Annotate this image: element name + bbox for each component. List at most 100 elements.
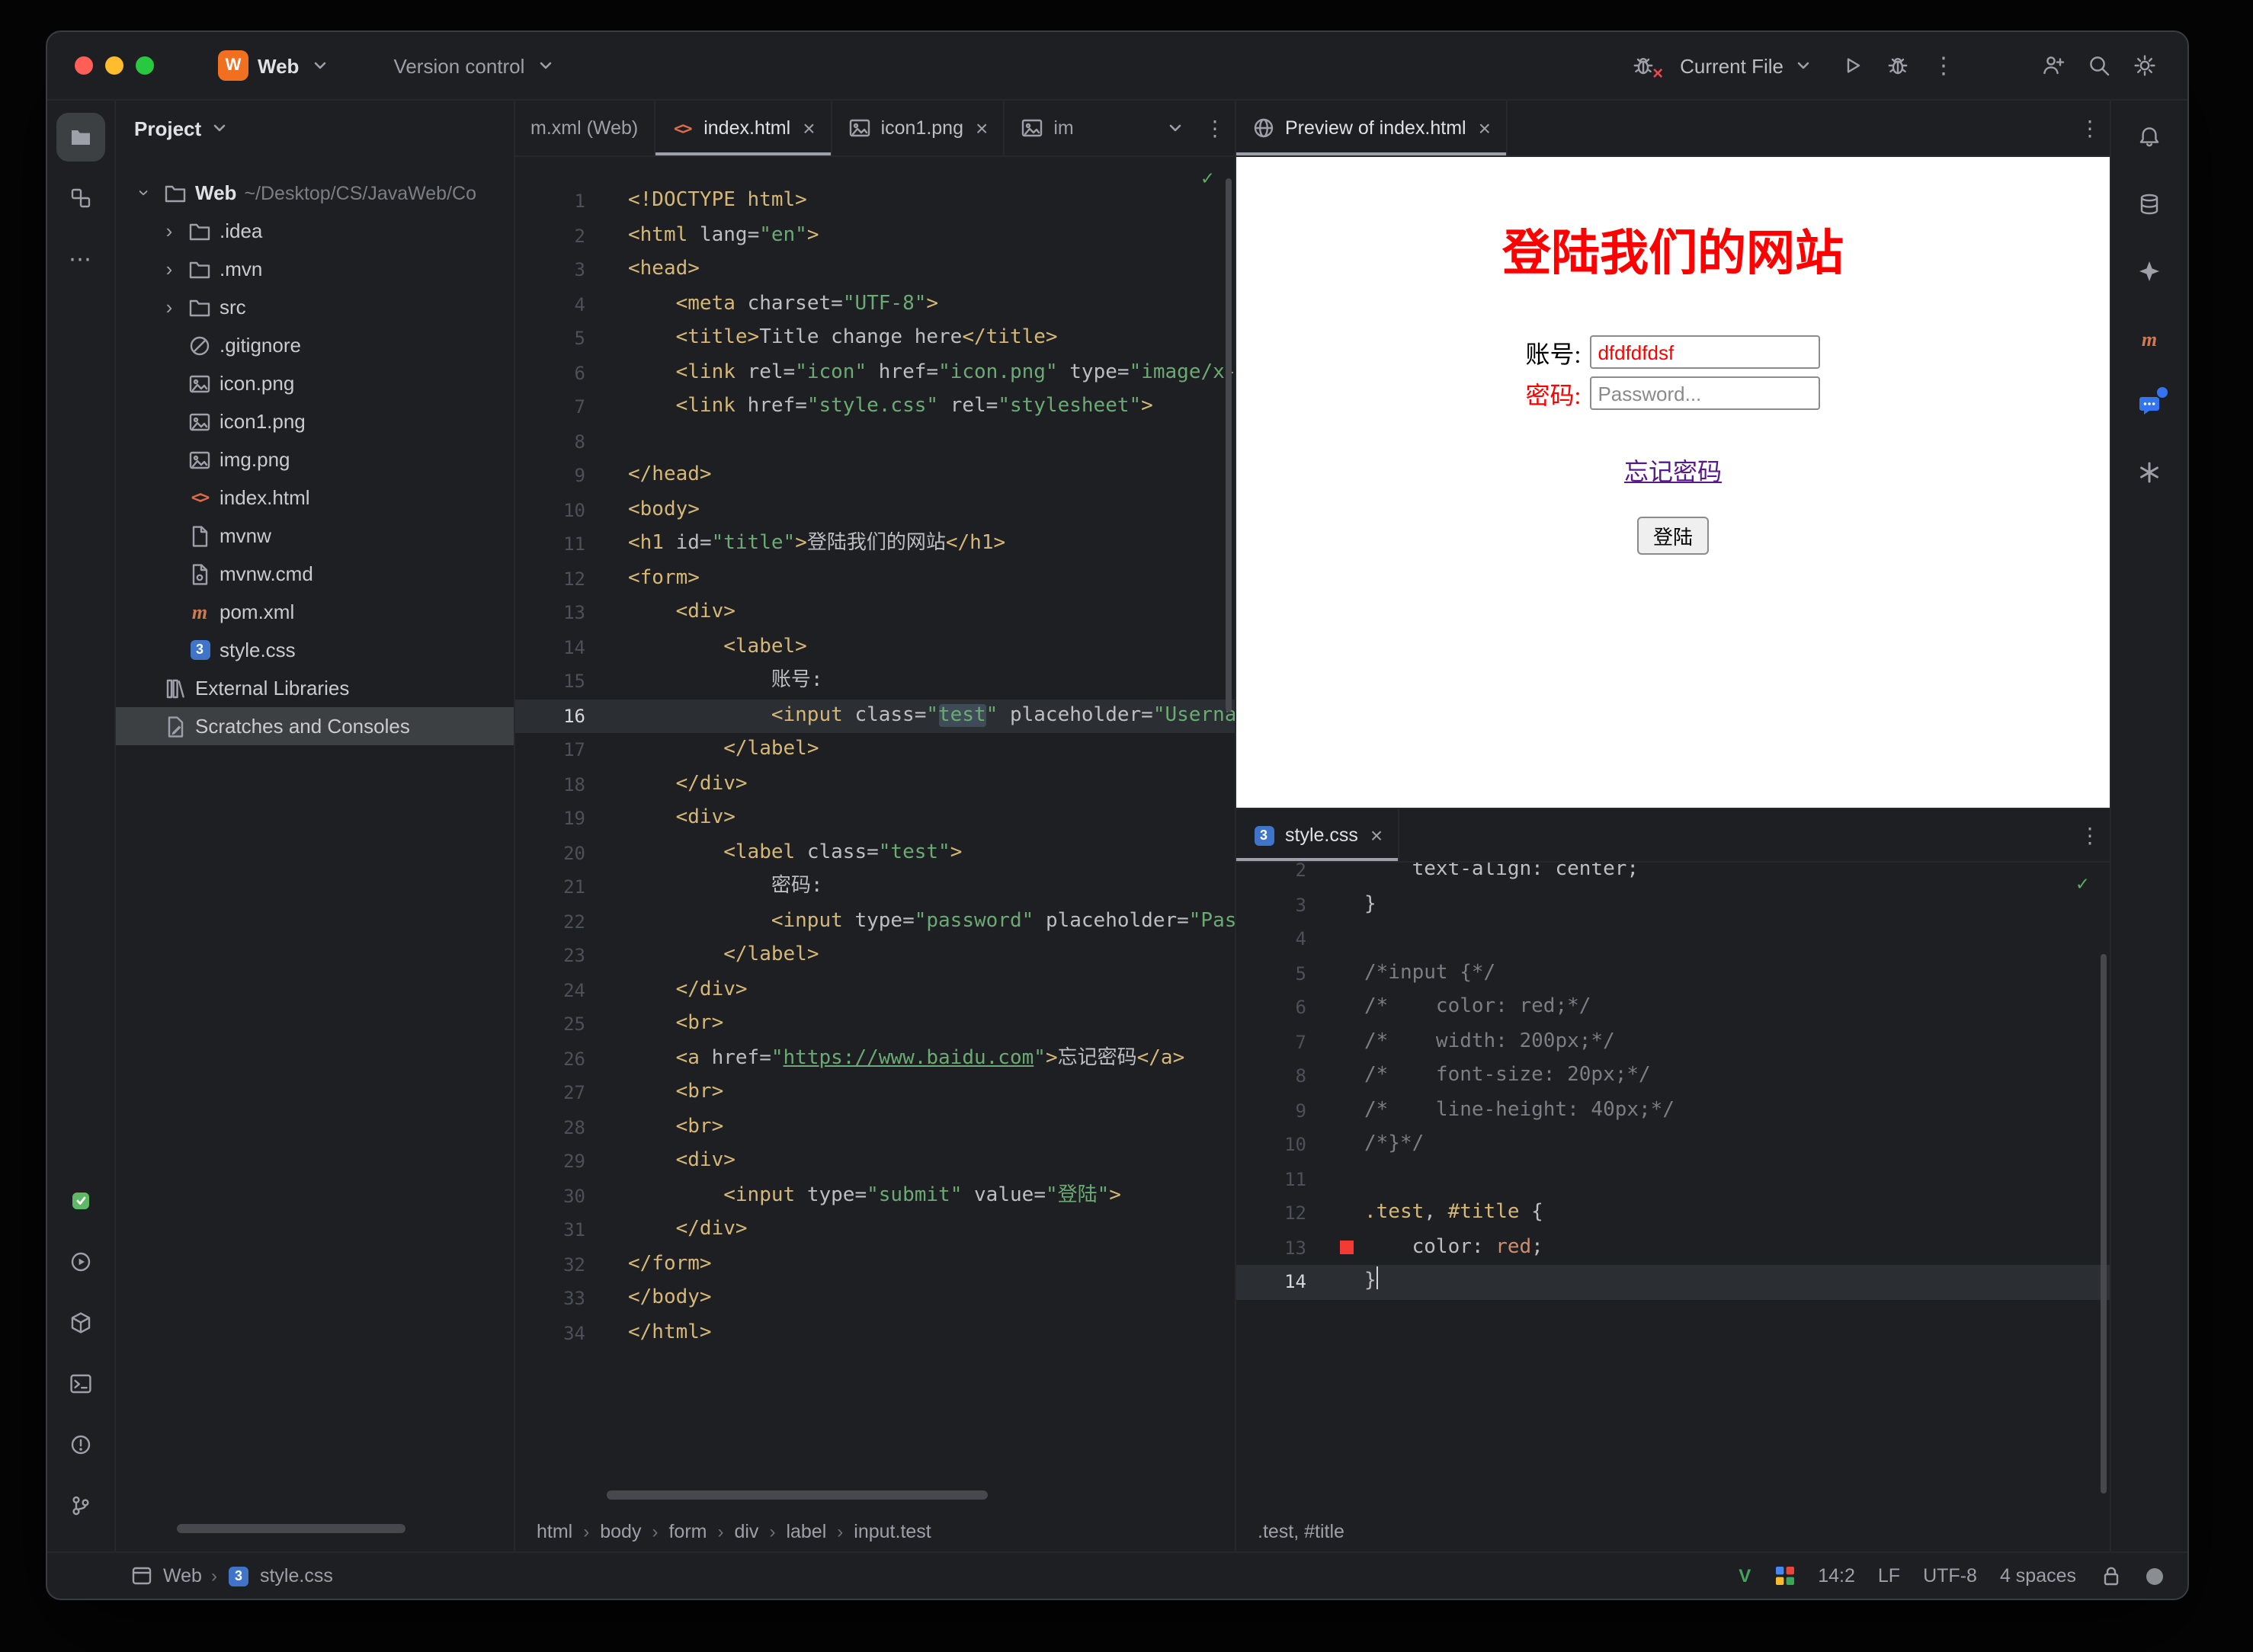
code-line-13[interactable]: 13 color: red;	[1236, 1231, 2110, 1265]
line-number[interactable]: 8	[515, 424, 613, 459]
line-number[interactable]: 12	[515, 562, 613, 596]
breadcrumb-item[interactable]: html	[537, 1521, 572, 1542]
breadcrumb-item[interactable]: input.test	[854, 1521, 931, 1542]
code-line-11[interactable]: 11	[1236, 1162, 2110, 1196]
close-icon[interactable]: ×	[803, 117, 815, 139]
editor-options-button[interactable]: ⋮	[1195, 101, 1235, 155]
line-number[interactable]: 11	[1236, 1162, 1334, 1196]
run-button[interactable]	[1831, 44, 1873, 87]
line-number[interactable]: 11	[515, 527, 613, 562]
close-icon[interactable]: ×	[976, 117, 988, 139]
tab-im[interactable]: im	[1005, 101, 1088, 155]
search-everywhere-button[interactable]	[2078, 44, 2120, 87]
line-number[interactable]: 2	[515, 219, 613, 253]
write-access-lock-icon[interactable]	[2099, 1564, 2123, 1588]
line-number[interactable]: 13	[515, 596, 613, 630]
line-number[interactable]: 31	[515, 1213, 613, 1247]
line-number[interactable]: 28	[515, 1110, 613, 1145]
code-line-13[interactable]: 13 <div>	[515, 596, 1235, 630]
statusbar-file[interactable]: style.css	[260, 1565, 333, 1586]
line-number[interactable]: 26	[515, 1042, 613, 1076]
more-button[interactable]: ⋯	[56, 235, 105, 283]
code-line-14[interactable]: 14}	[1236, 1265, 2110, 1299]
code-line-3[interactable]: 3 <head>	[515, 253, 1235, 287]
more-actions-button[interactable]: ⋮	[1922, 44, 1965, 87]
line-number[interactable]: 10	[515, 493, 613, 527]
line-number[interactable]: 13	[1236, 1231, 1334, 1265]
code-line-1[interactable]: 1 <!DOCTYPE html>	[515, 184, 1235, 219]
database-button[interactable]	[2125, 180, 2174, 229]
line-number[interactable]: 2	[1236, 863, 1334, 888]
breadcrumb-item[interactable]: .test, #title	[1258, 1521, 1344, 1542]
services-button[interactable]	[56, 1237, 105, 1286]
chevron-right-icon[interactable]: ›	[159, 259, 180, 279]
minimize-window-button[interactable]	[105, 56, 123, 75]
colored-grid-icon[interactable]	[1774, 1565, 1795, 1586]
line-number[interactable]: 23	[515, 939, 613, 973]
debug-button[interactable]	[1876, 44, 1919, 87]
password-input[interactable]	[1590, 376, 1821, 410]
line-number[interactable]: 29	[515, 1145, 613, 1179]
code-line-30[interactable]: 30 <input type="submit" value="登陆">	[515, 1179, 1235, 1213]
line-number[interactable]: 30	[515, 1179, 613, 1213]
terminal-button[interactable]	[56, 1359, 105, 1408]
code-line-29[interactable]: 29 <div>	[515, 1145, 1235, 1179]
maven-button[interactable]: m	[2125, 314, 2174, 363]
code-line-2[interactable]: 2 <html lang="en">	[515, 219, 1235, 253]
project-horizontal-scrollbar[interactable]	[177, 1524, 405, 1533]
vim-status-icon[interactable]: V	[1739, 1567, 1751, 1585]
breadcrumb-item[interactable]: body	[600, 1521, 641, 1542]
code-line-4[interactable]: 4 <meta charset="UTF-8">	[515, 287, 1235, 322]
tree-item-style-css[interactable]: 3 style.css	[116, 631, 514, 669]
code-line-21[interactable]: 21 密码:	[515, 870, 1235, 904]
chevron-right-icon[interactable]: ›	[133, 182, 156, 203]
code-line-5[interactable]: 5 /*input {*/	[1236, 956, 2110, 991]
line-number[interactable]: 22	[515, 904, 613, 939]
line-number[interactable]: 6	[1236, 991, 1334, 1025]
editor-horizontal-scrollbar[interactable]	[607, 1490, 988, 1500]
css-vertical-scrollbar[interactable]	[2101, 954, 2107, 1494]
line-number[interactable]: 7	[515, 390, 613, 424]
project-panel-header[interactable]: Project	[116, 101, 514, 155]
code-line-10[interactable]: 10 <body>	[515, 493, 1235, 527]
css-options-button[interactable]: ⋮	[2070, 809, 2110, 861]
project-widget[interactable]: W Web	[209, 46, 341, 85]
line-number[interactable]: 9	[515, 459, 613, 493]
line-number[interactable]: 3	[1236, 888, 1334, 922]
code-line-7[interactable]: 7 <link href="style.css" rel="stylesheet…	[515, 390, 1235, 424]
project-tree[interactable]: › Web ~/Desktop/CS/JavaWeb/Co › .idea › .mvn › s…	[116, 155, 514, 1551]
preview-options-button[interactable]: ⋮	[2070, 101, 2110, 155]
tree-item-external-libraries[interactable]: External Libraries	[116, 669, 514, 707]
code-line-12[interactable]: 12 <form>	[515, 562, 1235, 596]
chevron-right-icon[interactable]: ›	[159, 221, 180, 241]
openai-button[interactable]	[2125, 448, 2174, 497]
line-number[interactable]: 9	[1236, 1093, 1334, 1128]
forgot-password-link[interactable]: 忘记密码	[1624, 460, 1722, 486]
chat-button[interactable]	[2125, 381, 2174, 430]
code-line-5[interactable]: 5 <title>Title change here</title>	[515, 322, 1235, 356]
code-line-31[interactable]: 31 </div>	[515, 1213, 1235, 1247]
code-line-8[interactable]: 8	[515, 424, 1235, 459]
tree-item-index-html[interactable]: <> index.html	[116, 479, 514, 517]
structure-button[interactable]	[56, 174, 105, 223]
tree-item-mvn[interactable]: › .mvn	[116, 250, 514, 288]
run-configuration-select[interactable]: Current File	[1668, 53, 1828, 78]
code-line-33[interactable]: 33 </body>	[515, 1282, 1235, 1316]
code-line-2[interactable]: 2 text-align: center;	[1236, 863, 2110, 888]
tab-icon1-png[interactable]: icon1.png ×	[832, 101, 1005, 155]
code-line-32[interactable]: 32 </form>	[515, 1247, 1235, 1282]
bell-button[interactable]	[2125, 113, 2174, 162]
html-editor[interactable]: 1 <!DOCTYPE html> 2 <html lang="en"> 3 <head>…	[515, 157, 1235, 1512]
caret-position-widget[interactable]: 14:2	[1818, 1565, 1855, 1586]
code-line-16[interactable]: 16 <input class="test" placeholder="User…	[515, 699, 1235, 733]
line-number[interactable]: 4	[1236, 922, 1334, 956]
code-line-6[interactable]: 6 /* color: red;*/	[1236, 991, 2110, 1025]
tree-item-scratches-and-consoles[interactable]: Scratches and Consoles	[116, 707, 514, 745]
close-window-button[interactable]	[75, 56, 93, 75]
tree-item-web[interactable]: › Web ~/Desktop/CS/JavaWeb/Co	[116, 174, 514, 212]
code-line-9[interactable]: 9 /* line-height: 40px;*/	[1236, 1093, 2110, 1128]
code-line-27[interactable]: 27 <br>	[515, 1076, 1235, 1110]
git-button[interactable]	[56, 1481, 105, 1530]
line-number[interactable]: 27	[515, 1076, 613, 1110]
code-line-11[interactable]: 11 <h1 id="title">登陆我们的网站</h1>	[515, 527, 1235, 562]
